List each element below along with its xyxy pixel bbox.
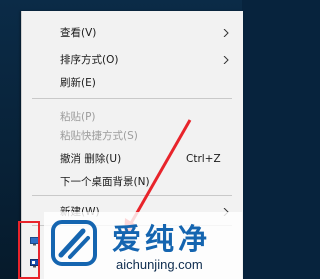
watermark-logo-icon bbox=[51, 220, 97, 266]
watermark-url: aichunjing.com bbox=[116, 257, 203, 272]
watermark-title: 爱纯净 bbox=[112, 222, 212, 256]
watermark: 爱纯净 aichunjing.com bbox=[44, 212, 242, 279]
